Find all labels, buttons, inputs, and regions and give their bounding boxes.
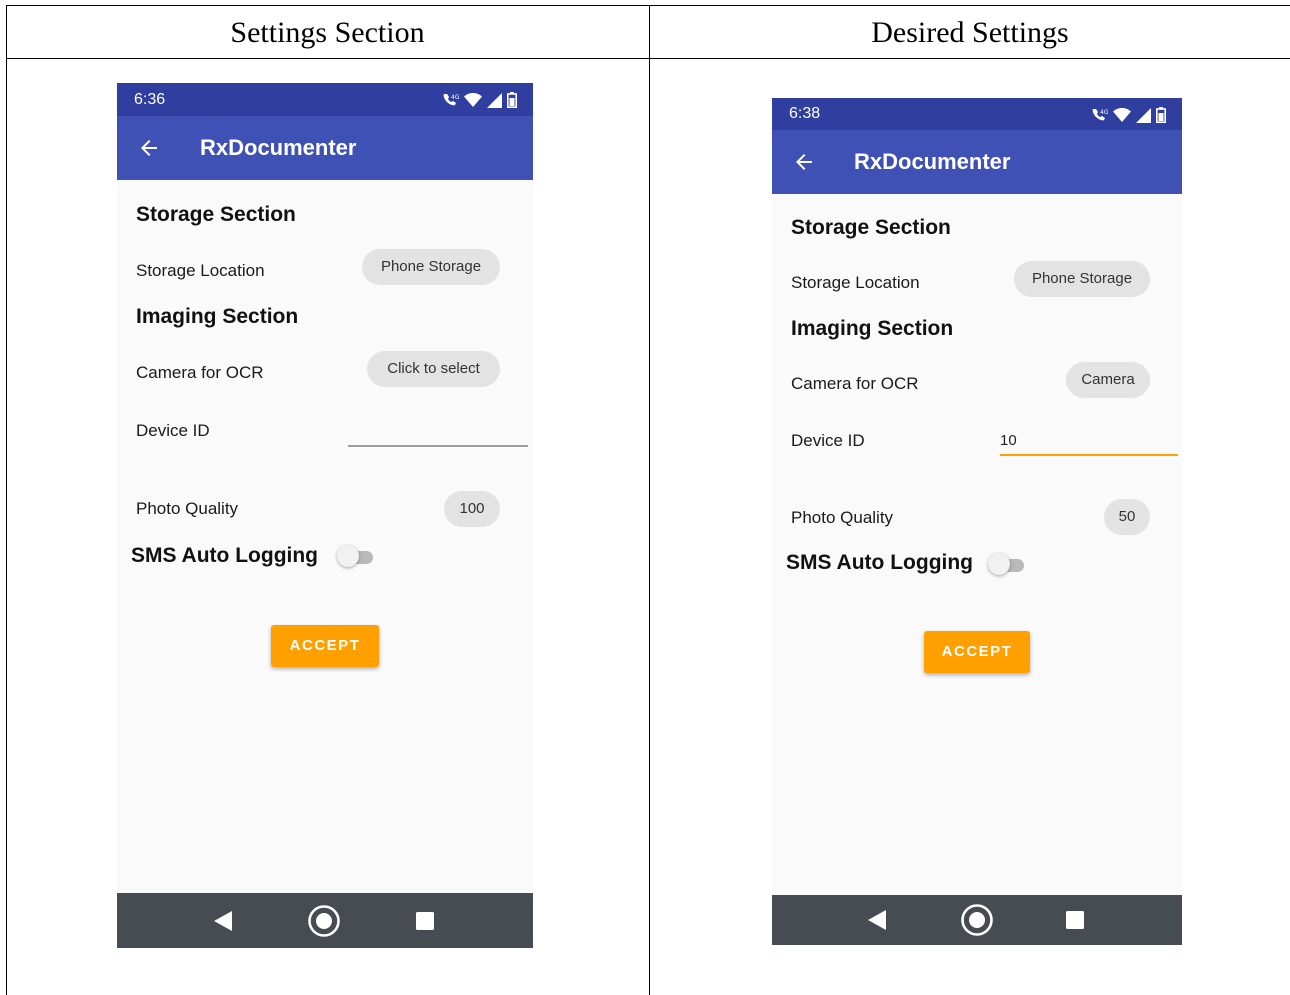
phone-screen-desired-settings: 6:38 4G RxDocumenter Storage Section Sto… [772,98,1182,945]
storage-section-title: Storage Section [791,216,951,239]
device-id-input[interactable]: 10 [1000,432,1017,449]
camera-for-ocr-label: Camera for OCR [791,374,919,393]
photo-quality-label: Photo Quality [136,499,239,518]
device-id-label: Device ID [136,421,210,440]
camera-select-chip[interactable]: Click to select [367,351,500,387]
navigation-bar [117,893,533,948]
app-bar: RxDocumenter [772,130,1182,194]
nav-back-button[interactable] [857,895,897,945]
nav-home-icon [308,904,340,937]
storage-location-chip[interactable]: Phone Storage [362,249,500,285]
device-id-underline [1000,454,1178,456]
column-header-desired-settings: Desired Settings [871,16,1069,49]
device-id-underline [348,445,528,447]
battery-icon [507,92,517,108]
imaging-section-title: Imaging Section [136,305,299,328]
app-bar: RxDocumenter [117,116,533,180]
status-time: 6:36 [134,91,166,108]
sms-auto-logging-switch[interactable] [337,545,375,567]
nav-home-button[interactable] [957,895,997,945]
battery-icon [1156,107,1166,123]
column-divider [649,5,650,995]
nav-home-icon [961,904,993,936]
device-id-label: Device ID [791,431,865,450]
status-icons: 4G [1090,105,1166,125]
wifi-calling-icon: 4G [1092,109,1108,121]
navigation-bar [772,895,1182,945]
storage-section-title: Storage Section [136,203,296,226]
camera-select-chip[interactable]: Camera [1066,362,1150,398]
nav-recents-icon [1066,911,1084,929]
status-icons: 4G [441,90,517,110]
nav-recents-button[interactable] [405,893,445,948]
header-row-divider [6,58,1290,59]
sms-auto-logging-label: SMS Auto Logging [786,551,974,574]
accept-button[interactable]: ACCEPT [271,625,379,667]
cell-signal-icon [487,92,502,108]
status-time: 6:38 [789,105,821,122]
accept-button[interactable]: ACCEPT [924,631,1030,673]
svg-text:4G: 4G [1100,109,1108,116]
nav-back-button[interactable] [203,893,243,948]
status-bar: 6:36 4G [117,83,533,116]
wifi-calling-icon: 4G [443,94,459,106]
wifi-icon [1113,107,1131,122]
cell-signal-icon [1136,107,1151,123]
sms-auto-logging-switch[interactable] [988,553,1026,575]
back-arrow-icon[interactable] [137,136,161,160]
sms-auto-logging-label: SMS Auto Logging [131,544,319,567]
photo-quality-chip[interactable]: 50 [1104,499,1150,535]
photo-quality-label: Photo Quality [791,508,894,527]
imaging-section-title: Imaging Section [791,317,954,340]
status-bar: 6:38 4G [772,98,1182,130]
nav-recents-button[interactable] [1055,895,1095,945]
storage-location-label: Storage Location [791,273,920,292]
nav-back-icon [214,910,232,931]
camera-for-ocr-label: Camera for OCR [136,363,264,382]
nav-back-icon [868,910,886,930]
app-title: RxDocumenter [854,149,1011,174]
photo-quality-chip[interactable]: 100 [444,491,500,527]
svg-text:4G: 4G [451,94,459,101]
nav-home-button[interactable] [304,893,344,948]
storage-location-chip[interactable]: Phone Storage [1014,261,1150,297]
back-arrow-icon[interactable] [792,150,816,174]
storage-location-label: Storage Location [136,261,265,280]
nav-recents-icon [416,911,434,930]
app-title: RxDocumenter [200,135,357,160]
switch-thumb [988,553,1010,575]
phone-screen-current-settings: 6:36 4G RxDocumenter Storage Section Sto… [117,83,533,948]
column-header-settings-section: Settings Section [230,16,425,49]
wifi-icon [464,92,482,107]
switch-thumb [337,545,359,567]
